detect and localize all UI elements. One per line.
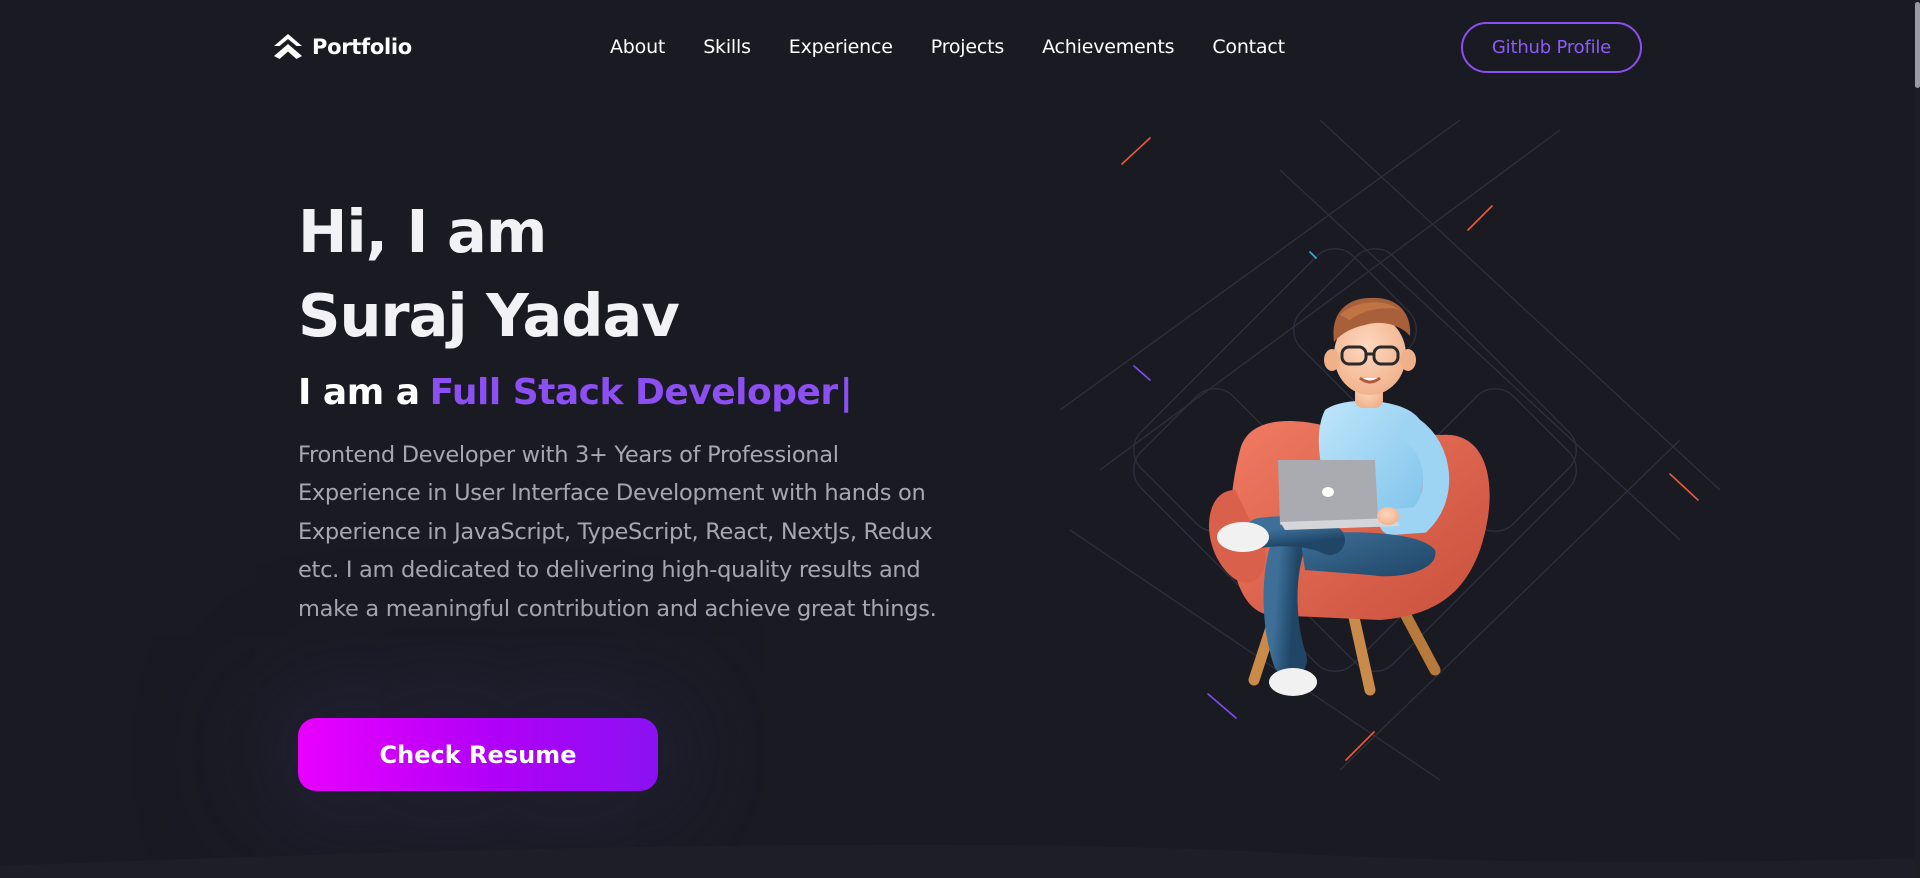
hero-greeting: Hi, I am Suraj Yadav (298, 190, 978, 358)
portfolio-page: Portfolio About Skills Experience Projec… (0, 0, 1920, 878)
scrollbar-thumb[interactable] (1915, 2, 1920, 88)
role-typewriter-text: Full Stack Developer (429, 372, 839, 413)
role-line: I am a Full Stack Developer| (298, 368, 978, 418)
nav-link-projects[interactable]: Projects (931, 36, 1005, 58)
navbar: Portfolio About Skills Experience Projec… (0, 0, 1920, 96)
nav-link-contact[interactable]: Contact (1212, 36, 1285, 58)
greeting-line-2: Suraj Yadav (298, 281, 680, 350)
scrollbar-track[interactable] (1914, 0, 1920, 878)
role-prefix: I am a (298, 372, 420, 413)
hero-illustration (1059, 119, 1720, 781)
house-chevron-icon (274, 34, 302, 59)
check-resume-button[interactable]: Check Resume (298, 718, 658, 791)
nav-link-experience[interactable]: Experience (789, 36, 893, 58)
nav-link-about[interactable]: About (610, 36, 665, 58)
hero-bio: Frontend Developer with 3+ Years of Prof… (298, 442, 937, 622)
github-profile-button[interactable]: Github Profile (1461, 22, 1642, 73)
nav-link-skills[interactable]: Skills (703, 36, 751, 58)
typewriter-cursor: | (839, 372, 853, 413)
hero-section: Hi, I am Suraj Yadav I am a Full Stack De… (298, 190, 978, 628)
brand[interactable]: Portfolio (272, 32, 412, 62)
greeting-line-1: Hi, I am (298, 197, 547, 266)
bottom-wave-divider (0, 844, 1920, 878)
main-nav: About Skills Experience Projects Achieve… (610, 36, 1285, 58)
nav-link-achievements[interactable]: Achievements (1042, 36, 1174, 58)
brand-name: Portfolio (312, 35, 412, 59)
